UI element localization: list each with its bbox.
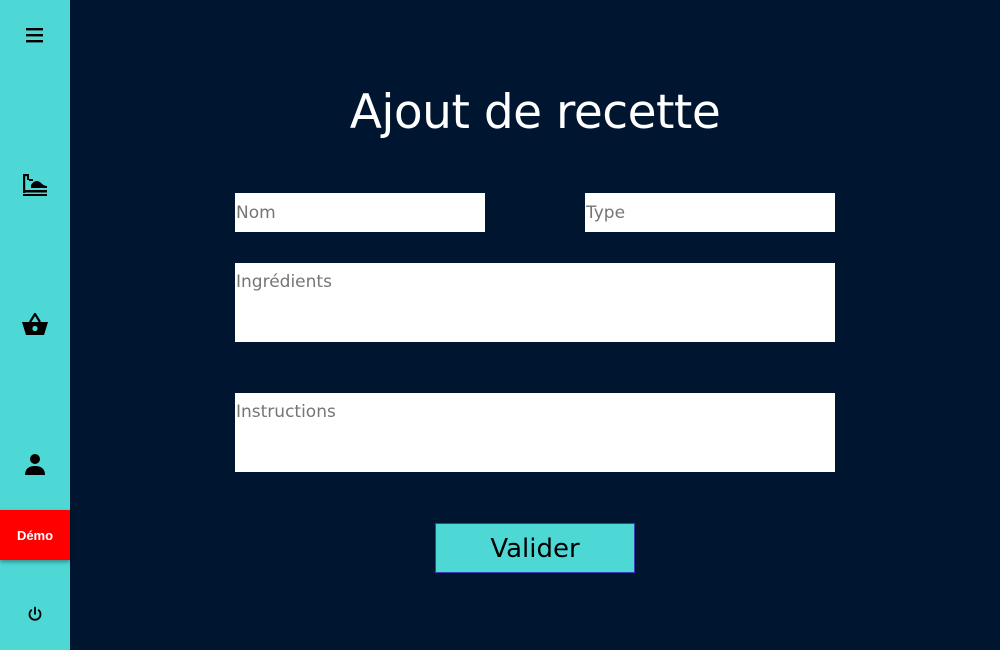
user-button[interactable] bbox=[0, 442, 70, 486]
logout-button[interactable] bbox=[0, 592, 70, 636]
basket-icon bbox=[22, 312, 48, 335]
type-input[interactable] bbox=[585, 193, 835, 232]
page-title: Ajout de recette bbox=[349, 85, 721, 140]
stove-icon bbox=[23, 174, 47, 196]
ingredients-textarea[interactable] bbox=[235, 263, 835, 342]
name-input[interactable] bbox=[235, 193, 485, 232]
power-icon bbox=[28, 606, 42, 621]
main-content: Ajout de recette Valider bbox=[70, 0, 1000, 650]
demo-badge[interactable]: Démo bbox=[0, 510, 70, 560]
menu-button[interactable] bbox=[0, 13, 70, 57]
kitchen-button[interactable] bbox=[0, 162, 70, 206]
sidebar: Démo bbox=[0, 0, 70, 650]
demo-label: Démo bbox=[16, 527, 54, 543]
instructions-textarea[interactable] bbox=[235, 393, 835, 472]
menu-icon bbox=[26, 28, 43, 43]
basket-button[interactable] bbox=[0, 302, 70, 346]
user-icon bbox=[25, 454, 45, 475]
submit-button[interactable]: Valider bbox=[435, 523, 635, 573]
